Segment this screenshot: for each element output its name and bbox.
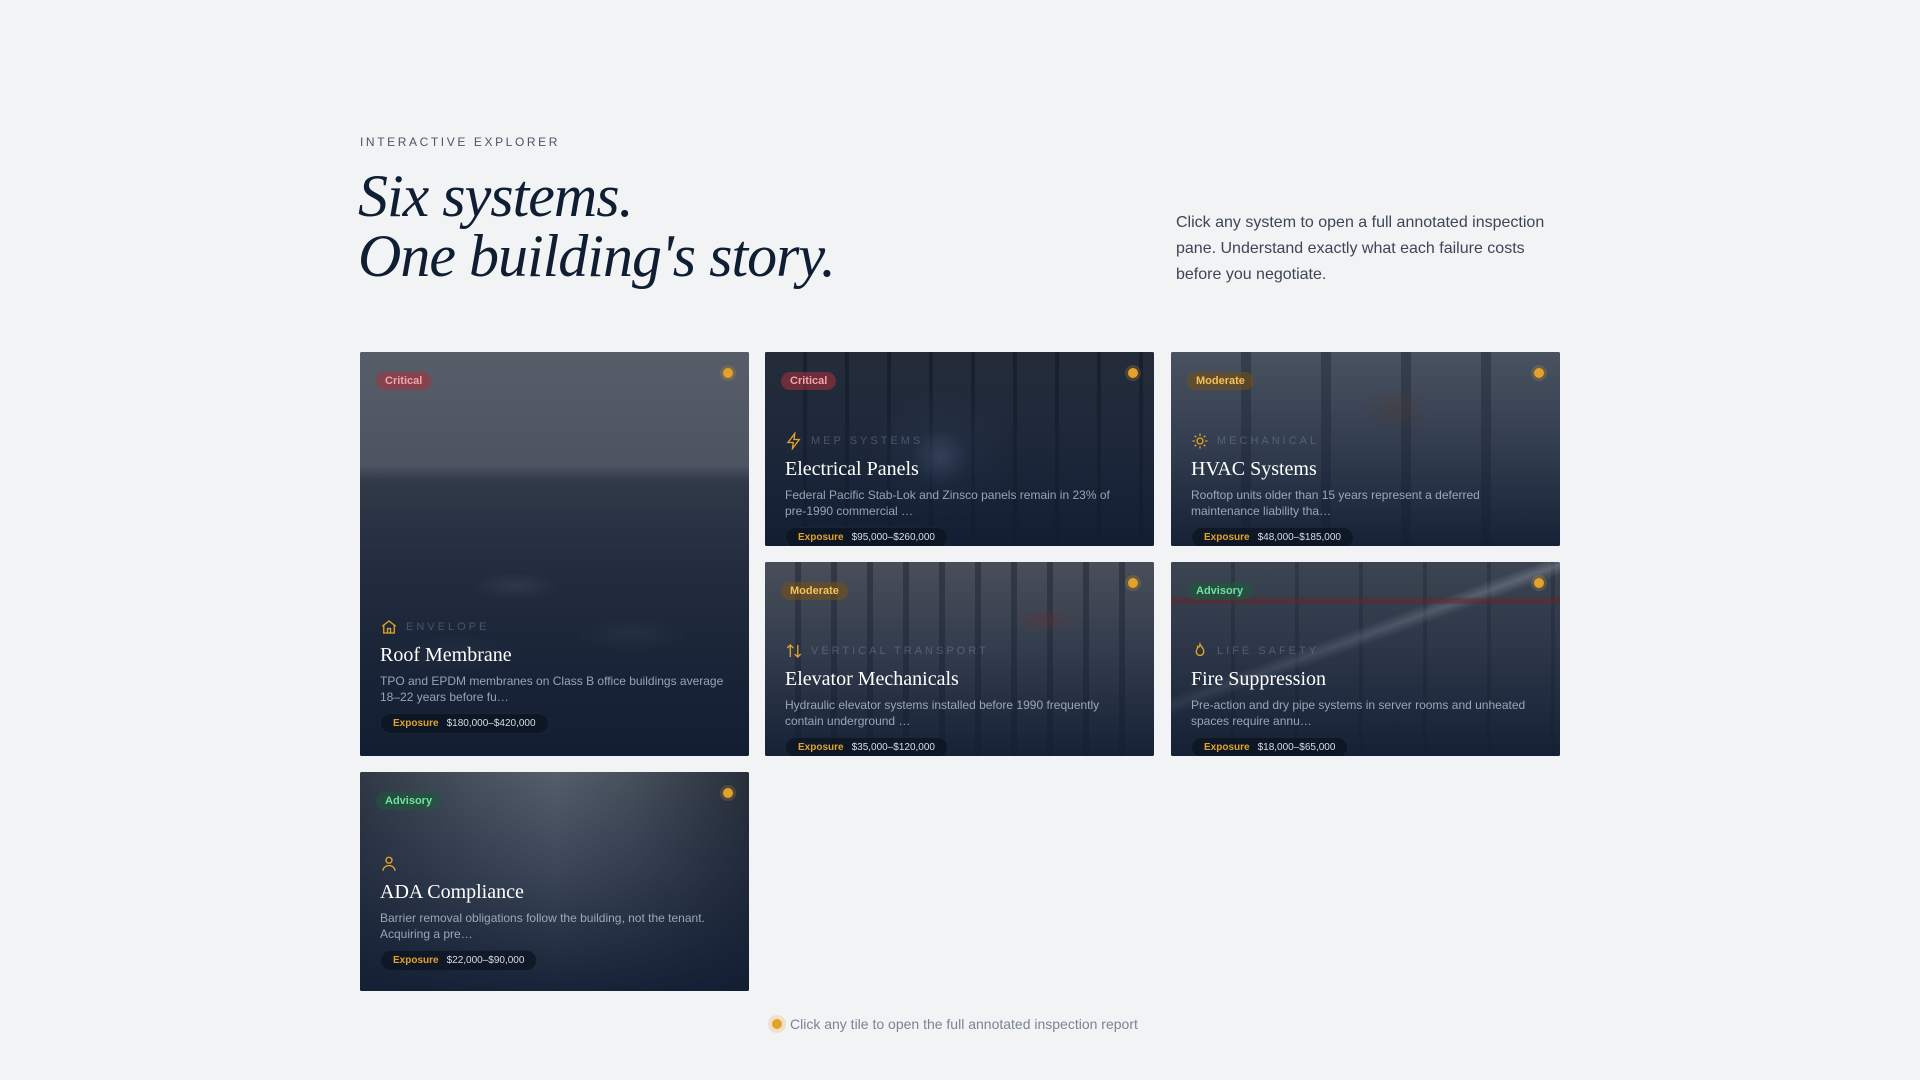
tile-description: Rooftop units older than 15 years repres… [1191,488,1480,518]
exposure-label: Exposure [1204,742,1250,753]
status-dot [723,368,733,378]
status-dot [1534,368,1544,378]
exposure-label: Exposure [798,532,844,543]
category-label: MECHANICAL [1217,435,1320,447]
hint-dot [772,1019,782,1029]
lightning-icon [786,432,801,450]
page-title: Six systems. One building's story. [358,163,836,289]
severity-badge: Moderate [1187,372,1254,390]
exposure-pill: Exposure $18,000–$65,000 [1191,737,1349,756]
severity-badge: Advisory [1187,582,1253,600]
category-label: ENVELOPE [406,621,490,633]
house-icon [381,620,397,634]
tile-title: ADA Compliance [380,881,524,903]
exposure-value: $95,000–$260,000 [851,532,935,543]
tile-description: Pre-action and dry pipe systems in serve… [1191,698,1526,728]
flame-icon [1195,642,1205,657]
tile-description: Federal Pacific Stab-Lok and Zinsco pane… [785,488,1110,518]
status-dot [1128,368,1138,378]
arrows-up-down-icon [786,644,802,658]
tile-title: Elevator Mechanicals [785,668,959,690]
severity-badge: Advisory [376,792,442,810]
status-dot [1128,578,1138,588]
tile-title: Fire Suppression [1191,668,1326,690]
exposure-label: Exposure [393,955,439,966]
tile-electrical-panels[interactable]: Critical MEP SYSTEMS Electrical Panels F… [765,352,1154,546]
tile-title: HVAC Systems [1191,458,1317,480]
severity-badge: Critical [781,372,837,390]
category-label: MEP SYSTEMS [811,435,924,447]
exposure-value: $18,000–$65,000 [1257,742,1336,753]
status-dot [1534,578,1544,588]
tile-hvac-systems[interactable]: Moderate MECHANICAL HVAC Systems Rooftop… [1171,352,1560,546]
footer-hint: Click any tile to open the full annotate… [772,1016,1138,1032]
headline-line-1: Six systems. [358,163,634,229]
exposure-pill: Exposure $180,000–$420,000 [380,713,549,734]
tile-fire-suppression[interactable]: Advisory LIFE SAFETY Fire Suppression Pr… [1171,562,1560,756]
tile-title: Roof Membrane [380,644,512,666]
person-icon [382,856,396,871]
tile-description: Barrier removal obligations follow the b… [380,911,705,941]
exposure-label: Exposure [798,742,844,753]
exposure-value: $180,000–$420,000 [446,718,536,729]
severity-badge: Critical [376,372,432,390]
footer-hint-text: Click any tile to open the full annotate… [790,1016,1138,1032]
category-label: LIFE SAFETY [1217,645,1320,657]
tile-roof-membrane[interactable]: Critical ENVELOPE Roof Membrane TPO and … [360,352,749,756]
severity-badge: Moderate [781,582,848,600]
exposure-pill: Exposure $22,000–$90,000 [380,950,538,971]
exposure-label: Exposure [1204,532,1250,543]
exposure-pill: Exposure $48,000–$185,000 [1191,527,1354,546]
exposure-pill: Exposure $35,000–$120,000 [785,737,948,756]
sun-icon [1192,433,1208,449]
headline-line-2: One building's story. [358,223,836,289]
tile-elevator-mechanicals[interactable]: Moderate VERTICAL TRANSPORT Elevator Mec… [765,562,1154,756]
tile-title: Electrical Panels [785,458,919,480]
tile-description: TPO and EPDM membranes on Class B office… [380,674,724,704]
exposure-label: Exposure [393,718,439,729]
category-label: VERTICAL TRANSPORT [811,645,989,657]
status-dot [723,788,733,798]
exposure-value: $35,000–$120,000 [851,742,935,753]
eyebrow-label: INTERACTIVE EXPLORER [360,135,561,149]
exposure-value: $48,000–$185,000 [1257,532,1341,543]
intro-text: Click any system to open a full annotate… [1176,214,1545,283]
exposure-value: $22,000–$90,000 [446,955,525,966]
exposure-pill: Exposure $95,000–$260,000 [785,527,948,546]
tile-ada-compliance[interactable]: Advisory ADA Compliance Barrier removal … [360,772,749,991]
tile-description: Hydraulic elevator systems installed bef… [785,698,1100,728]
